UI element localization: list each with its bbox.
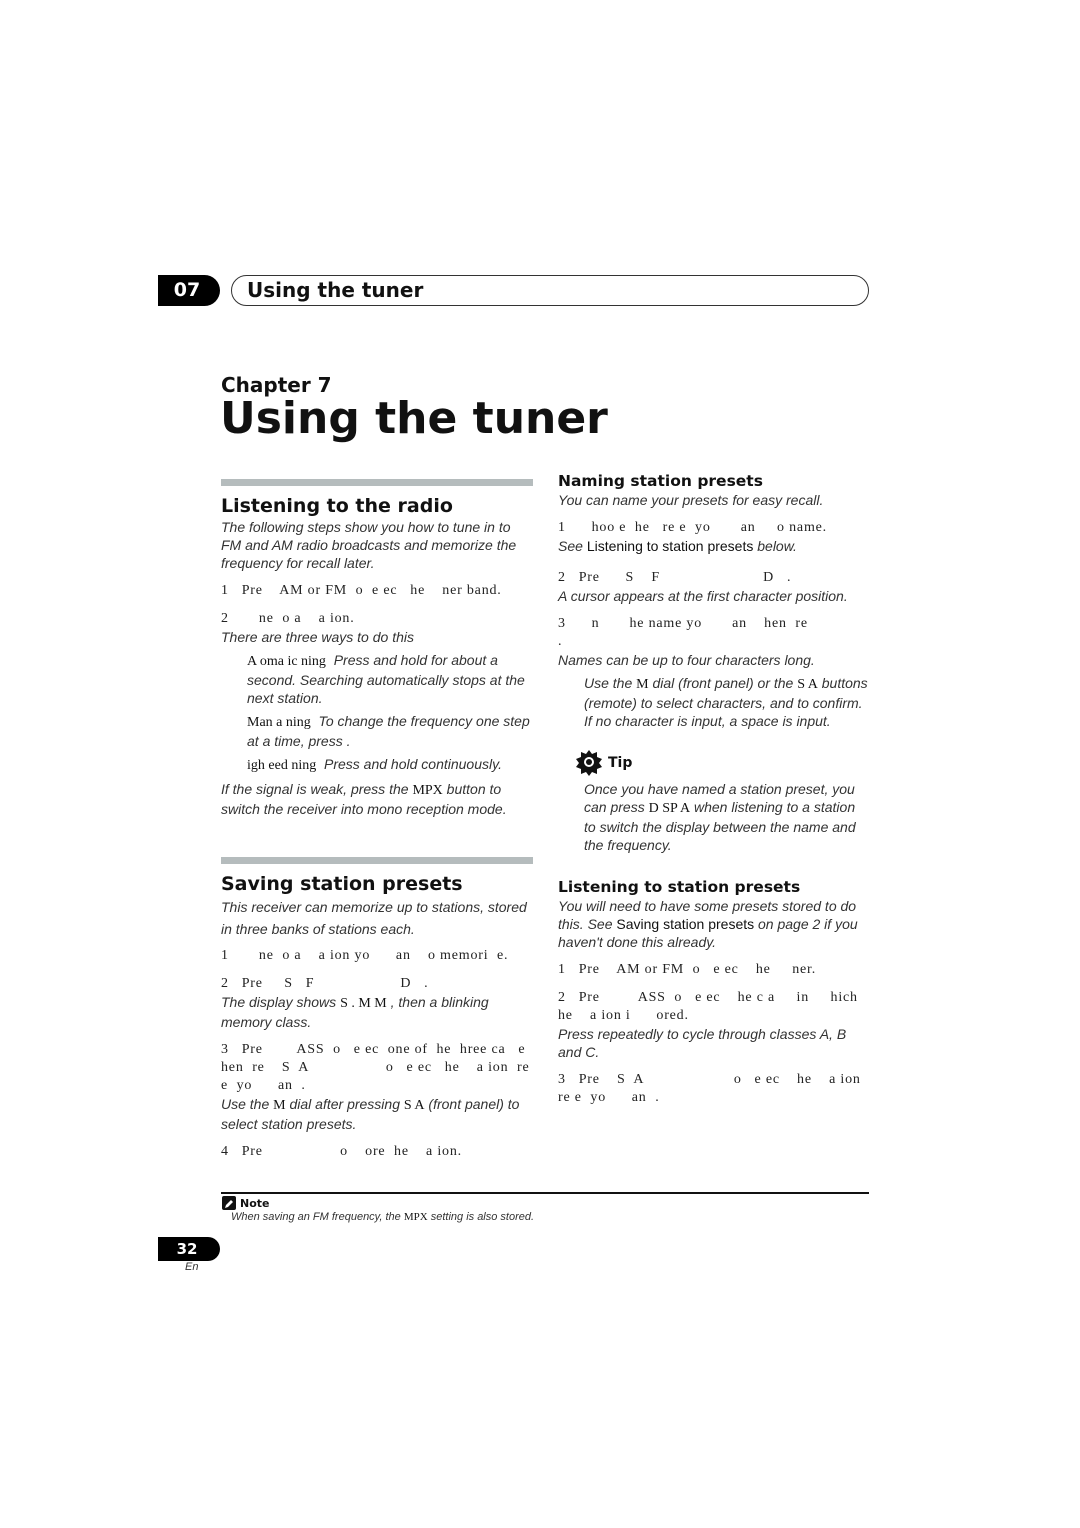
step-2-note: There are three ways to do this: [221, 629, 414, 645]
key-label: D SP A: [648, 801, 691, 816]
step-2: 2 Pre S F D .: [221, 976, 429, 991]
section-listening-presets: Listening to station presets You will ne…: [558, 877, 870, 1107]
section-title: Saving station presets: [221, 873, 463, 895]
step-2-note: The display shows S . M M , then a blink…: [221, 993, 533, 1031]
section-title: Listening to the radio: [221, 495, 453, 517]
bullet-manual-tuning: Man a ning To change the frequency one s…: [247, 712, 533, 750]
step-2-note: Press repeatedly to cycle through classe…: [558, 1026, 847, 1060]
section-intro: You will need to have some presets store…: [558, 897, 870, 951]
key-mpx: MPX: [412, 783, 443, 798]
running-title: Using the tuner: [247, 278, 424, 302]
running-header: Using the tuner: [231, 275, 869, 306]
step-2-note: A cursor appears at the first character …: [558, 588, 848, 604]
step-4: 4 Pre o ore he a ion.: [221, 1144, 462, 1159]
language-code: En: [185, 1261, 199, 1273]
note-text: The display shows: [221, 994, 341, 1010]
section-intro: You can name your presets for easy recal…: [558, 492, 824, 508]
step-1: 1 Pre AM or FM o e ec he ner.: [558, 962, 817, 977]
bullet-character-select: Use the M dial (front panel) or the S A …: [584, 674, 870, 730]
section-divider: [221, 857, 533, 864]
step-3-note: Names can be up to four characters long.: [558, 652, 815, 668]
bullet-high-speed-tuning: igh eed ning Press and hold continuously…: [247, 755, 533, 775]
footer-note-text: When saving an FM frequency, the MPX set…: [231, 1211, 534, 1223]
step-1-note: See Listening to station presets below.: [558, 537, 870, 555]
step-2: 2 Pre ASS o e ec he c a in hich he a ion…: [558, 990, 867, 1023]
note-text: Use the: [221, 1096, 274, 1112]
page-title: Using the tuner: [220, 393, 608, 444]
footer-rule: [221, 1192, 869, 1194]
step-3: 3 Pre ASS o e ec one of he hree ca e hen…: [221, 1042, 539, 1093]
section-title: Naming station presets: [558, 472, 763, 490]
note-header: Note: [222, 1196, 269, 1210]
tip-header: Tip: [576, 750, 870, 776]
section-naming-presets: Naming station presets You can name your…: [558, 471, 870, 854]
section-intro: This receiver can memorize up to station…: [221, 899, 527, 937]
key-label: S A: [797, 677, 818, 692]
note-text: Use the: [584, 675, 637, 691]
cross-reference[interactable]: Saving station presets: [616, 916, 754, 932]
note-text: dial (front panel) or the: [648, 675, 798, 691]
step-2: 2 Pre S F D .: [558, 570, 792, 585]
note-label: Note: [240, 1196, 270, 1210]
step-3: 3 Pre S A o e ec he a ion re e yo an .: [558, 1072, 870, 1105]
page-number: 32: [158, 1237, 220, 1261]
note-text: See: [558, 538, 587, 554]
step-2: 2 ne o a a ion.: [221, 611, 355, 626]
note-text: setting is also stored.: [427, 1211, 535, 1223]
section-intro: The following steps show you how to tune…: [221, 519, 517, 571]
section-divider: [221, 479, 533, 486]
lightbulb-icon: [576, 750, 602, 776]
display-text: S . M M: [340, 996, 387, 1011]
cross-reference[interactable]: Listening to station presets: [587, 538, 754, 554]
note-text: If the signal is weak, press the: [221, 781, 413, 797]
step-1: 1 ne o a a ion yo an o memori e.: [221, 948, 509, 963]
chapter-number-tab: 07: [158, 275, 220, 306]
step-1: 1 Pre AM or FM o e ec he ner band.: [221, 583, 502, 598]
bullet-label: Man a ning: [247, 715, 311, 730]
pencil-icon: [222, 1196, 236, 1210]
note-text: dial after pressing: [285, 1096, 404, 1112]
section-listening-to-radio: Listening to the radio The following ste…: [221, 479, 533, 818]
tip-text: Once you have named a station preset, yo…: [584, 780, 870, 854]
bullet-text: Press and hold continuously.: [324, 756, 502, 772]
key-label: M: [636, 677, 649, 692]
bullet-label: igh eed ning: [247, 758, 317, 773]
step-3: 3 n he name yo an hen re .: [558, 616, 877, 649]
note-text: below.: [753, 538, 797, 554]
key-label: M: [273, 1098, 286, 1113]
section-saving-presets: Saving station presets This receiver can…: [221, 857, 533, 1161]
note-text: When saving an FM frequency, the: [231, 1211, 404, 1223]
bullet-automatic-tuning: A oma ic ning Press and hold for about a…: [247, 651, 533, 707]
tip-label: Tip: [608, 755, 633, 771]
section-title: Listening to station presets: [558, 878, 801, 896]
step-1: 1 hoo e he re e yo an o name.: [558, 520, 827, 535]
bullet-label: A oma ic ning: [247, 654, 326, 669]
key-mpx: MPX: [403, 1211, 428, 1223]
mpx-note: If the signal is weak, press the MPX but…: [221, 780, 533, 818]
step-3-note: Use the M dial after pressing S A (front…: [221, 1095, 533, 1133]
key-label: S A: [403, 1098, 425, 1113]
